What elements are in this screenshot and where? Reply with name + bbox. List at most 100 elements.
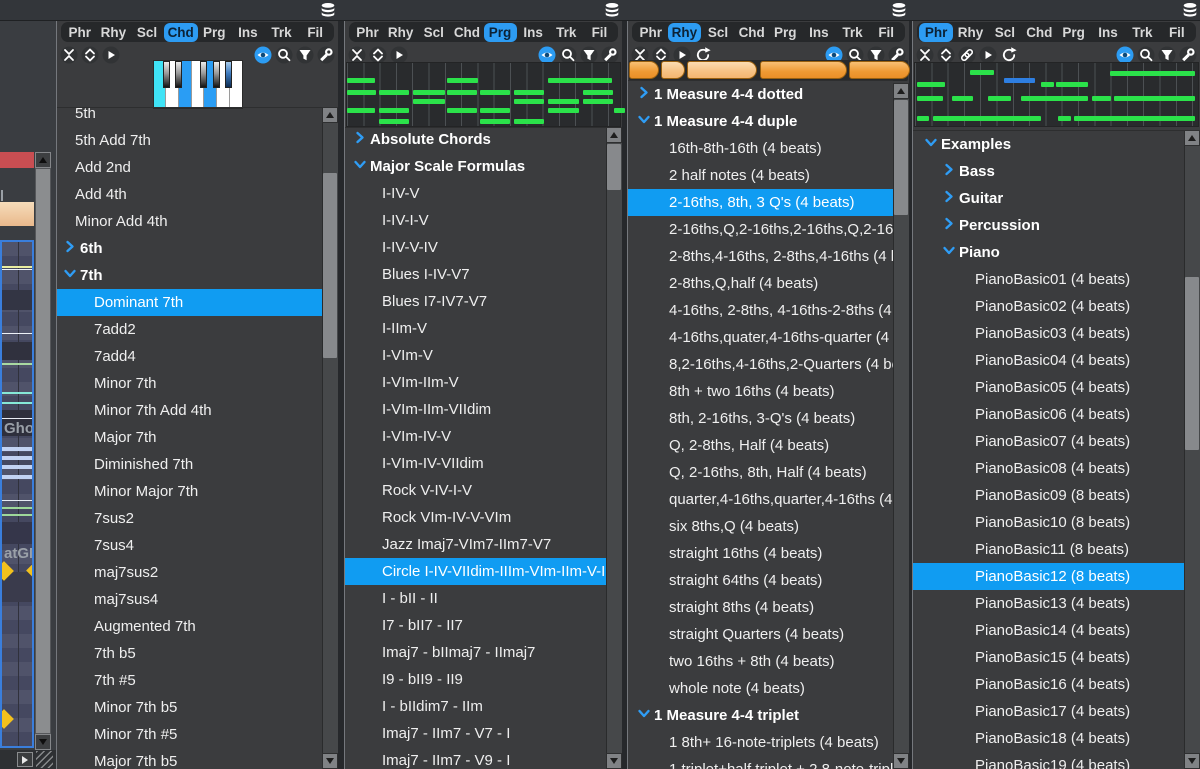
list-item[interactable]: Minor Add 4th bbox=[57, 208, 322, 235]
list-item[interactable]: Minor 7th bbox=[57, 370, 322, 397]
scrollbar-track[interactable] bbox=[606, 127, 622, 769]
list-item[interactable]: Blues I-IV-V7 bbox=[345, 261, 606, 288]
list-item[interactable]: quarter,4-16ths,quarter,4-16ths (4 beats… bbox=[628, 486, 893, 513]
list-item[interactable]: I-IV-V-IV bbox=[345, 234, 606, 261]
tree-group[interactable]: Examples bbox=[913, 131, 1184, 158]
tab-trk[interactable]: Trk bbox=[550, 23, 583, 42]
tree-group[interactable]: 6th bbox=[57, 235, 322, 262]
list-item[interactable]: PianoBasic08 (4 beats) bbox=[913, 455, 1184, 482]
list-item[interactable]: PianoBasic10 (8 beats) bbox=[913, 509, 1184, 536]
list-item[interactable]: 2-16ths, 8th, 3 Q's (4 beats) bbox=[628, 189, 893, 216]
list-item[interactable]: I7 - bII7 - II7 bbox=[345, 612, 606, 639]
tab-chd[interactable]: Chd bbox=[164, 23, 198, 42]
tab-trk[interactable]: Trk bbox=[836, 23, 870, 42]
list-item[interactable]: PianoBasic05 (4 beats) bbox=[913, 374, 1184, 401]
list-item[interactable]: Blues I7-IV7-V7 bbox=[345, 288, 606, 315]
tree-group[interactable]: Absolute Chords bbox=[345, 127, 606, 153]
database-icon[interactable] bbox=[319, 1, 337, 19]
list-item[interactable]: I-VIm-IIm-V bbox=[345, 369, 606, 396]
scrollbar-thumb[interactable] bbox=[894, 100, 908, 215]
list-scrollbar[interactable] bbox=[322, 107, 338, 769]
tab-ins[interactable]: Ins bbox=[802, 23, 836, 42]
list-item[interactable]: 2 half notes (4 beats) bbox=[628, 162, 893, 189]
chevron-down-icon[interactable] bbox=[63, 262, 80, 289]
scroll-up-button[interactable] bbox=[893, 83, 909, 99]
tab-fil[interactable]: Fil bbox=[583, 23, 616, 42]
list-item[interactable]: Diminished 7th bbox=[57, 451, 322, 478]
list-item[interactable]: Minor 7th b5 bbox=[57, 694, 322, 721]
list-item[interactable]: Major 7th b5 bbox=[57, 748, 322, 769]
tree-group[interactable]: 1 Measure 4-4 dotted bbox=[628, 81, 893, 108]
tree-group[interactable]: 7th bbox=[57, 262, 322, 289]
tree-group[interactable]: Piano bbox=[913, 239, 1184, 266]
list-item[interactable]: maj7sus4 bbox=[57, 586, 322, 613]
chevron-right-icon[interactable] bbox=[637, 81, 654, 108]
scroll-down-button[interactable] bbox=[893, 753, 909, 769]
list-item[interactable]: PianoBasic07 (4 beats) bbox=[913, 428, 1184, 455]
list-scrollbar[interactable] bbox=[893, 83, 909, 769]
list-item[interactable]: 16th-8th-16th (4 beats) bbox=[628, 135, 893, 162]
list-item[interactable]: PianoBasic14 (4 beats) bbox=[913, 617, 1184, 644]
list-item[interactable]: PianoBasic17 (4 beats) bbox=[913, 698, 1184, 725]
list-item[interactable]: 7add4 bbox=[57, 343, 322, 370]
tab-rhy[interactable]: Rhy bbox=[97, 23, 131, 42]
list-item[interactable]: 8th + two 16ths (4 beats) bbox=[628, 378, 893, 405]
chevron-down-icon[interactable] bbox=[924, 131, 941, 158]
list-item[interactable]: Imaj7 - IIm7 - V7 - I bbox=[345, 720, 606, 747]
list-item[interactable]: I-IV-I-V bbox=[345, 207, 606, 234]
scroll-up-button[interactable] bbox=[322, 107, 338, 123]
list-item[interactable]: PianoBasic15 (4 beats) bbox=[913, 644, 1184, 671]
list-item[interactable]: straight 16ths (4 beats) bbox=[628, 540, 893, 567]
scroll-up-button[interactable] bbox=[35, 152, 51, 168]
list-item[interactable]: PianoBasic19 (4 beats) bbox=[913, 752, 1184, 769]
list-item[interactable]: Major 7th bbox=[57, 424, 322, 451]
list-item[interactable]: straight Quarters (4 beats) bbox=[628, 621, 893, 648]
tree-group[interactable]: 1 Measure 4-4 triplet bbox=[628, 702, 893, 729]
list-item[interactable]: PianoBasic02 (4 beats) bbox=[913, 293, 1184, 320]
list-item[interactable]: 4-16ths,quater,4-16ths-quarter (4 beats) bbox=[628, 324, 893, 351]
tab-fil[interactable]: Fil bbox=[1160, 23, 1194, 42]
list-item[interactable]: PianoBasic13 (4 beats) bbox=[913, 590, 1184, 617]
tab-ins[interactable]: Ins bbox=[1091, 23, 1125, 42]
tab-scl[interactable]: Scl bbox=[130, 23, 164, 42]
scrollbar-track[interactable] bbox=[35, 168, 51, 734]
list-item[interactable]: two 16ths + 8th (4 beats) bbox=[628, 648, 893, 675]
list-item[interactable]: Jazz Imaj7-VIm7-IIm7-V7 bbox=[345, 531, 606, 558]
list-item[interactable]: Q, 2-16ths, 8th, Half (4 beats) bbox=[628, 459, 893, 486]
list-item[interactable]: 5th Add 7th bbox=[57, 127, 322, 154]
scrollbar-thumb[interactable] bbox=[607, 144, 621, 190]
list-item[interactable]: I-VIm-IV-V bbox=[345, 423, 606, 450]
list-item[interactable]: 7add2 bbox=[57, 316, 322, 343]
list-item[interactable]: I - bIIdim7 - IIm bbox=[345, 693, 606, 720]
scroll-down-button[interactable] bbox=[35, 734, 51, 750]
scrollbar-thumb[interactable] bbox=[1185, 277, 1199, 450]
tab-fil[interactable]: Fil bbox=[298, 23, 332, 42]
tab-rhy[interactable]: Rhy bbox=[668, 23, 702, 42]
list-item[interactable]: Rock VIm-IV-V-VIm bbox=[345, 504, 606, 531]
list-item[interactable]: Dominant 7th bbox=[57, 289, 322, 316]
list-item[interactable]: I-IIm-V bbox=[345, 315, 606, 342]
list-item[interactable]: 2-8ths,4-16ths, 2-8ths,4-16ths (4 beats) bbox=[628, 243, 893, 270]
list-item[interactable]: PianoBasic12 (8 beats) bbox=[913, 563, 1184, 590]
chevron-down-icon[interactable] bbox=[637, 702, 654, 729]
tab-rhy[interactable]: Rhy bbox=[384, 23, 417, 42]
chevron-right-icon[interactable] bbox=[942, 158, 959, 185]
list-item[interactable]: 8th, 2-16ths, 3-Q's (4 beats) bbox=[628, 405, 893, 432]
tab-trk[interactable]: Trk bbox=[1125, 23, 1159, 42]
list-item[interactable]: I9 - bII9 - II9 bbox=[345, 666, 606, 693]
list-item[interactable]: maj7sus2 bbox=[57, 559, 322, 586]
list-item[interactable]: 1 triplet+half triplet + 2 8-note-triple… bbox=[628, 756, 893, 769]
scrollbar-thumb[interactable] bbox=[323, 173, 337, 358]
scroll-right-button[interactable] bbox=[17, 752, 33, 767]
tab-chd[interactable]: Chd bbox=[735, 23, 769, 42]
tab-phr[interactable]: Phr bbox=[63, 23, 97, 42]
tab-chd[interactable]: Chd bbox=[450, 23, 483, 42]
list-item[interactable]: PianoBasic11 (8 beats) bbox=[913, 536, 1184, 563]
chevron-down-icon[interactable] bbox=[353, 153, 370, 180]
tab-prg[interactable]: Prg bbox=[198, 23, 232, 42]
list-item[interactable]: 7sus2 bbox=[57, 505, 322, 532]
list-item[interactable]: whole note (4 beats) bbox=[628, 675, 893, 702]
list-item[interactable]: Circle I-IV-VIIdim-IIIm-VIm-IIm-V-I bbox=[345, 558, 606, 585]
list-scrollbar[interactable] bbox=[1184, 130, 1200, 769]
tree-group[interactable]: Percussion bbox=[913, 212, 1184, 239]
